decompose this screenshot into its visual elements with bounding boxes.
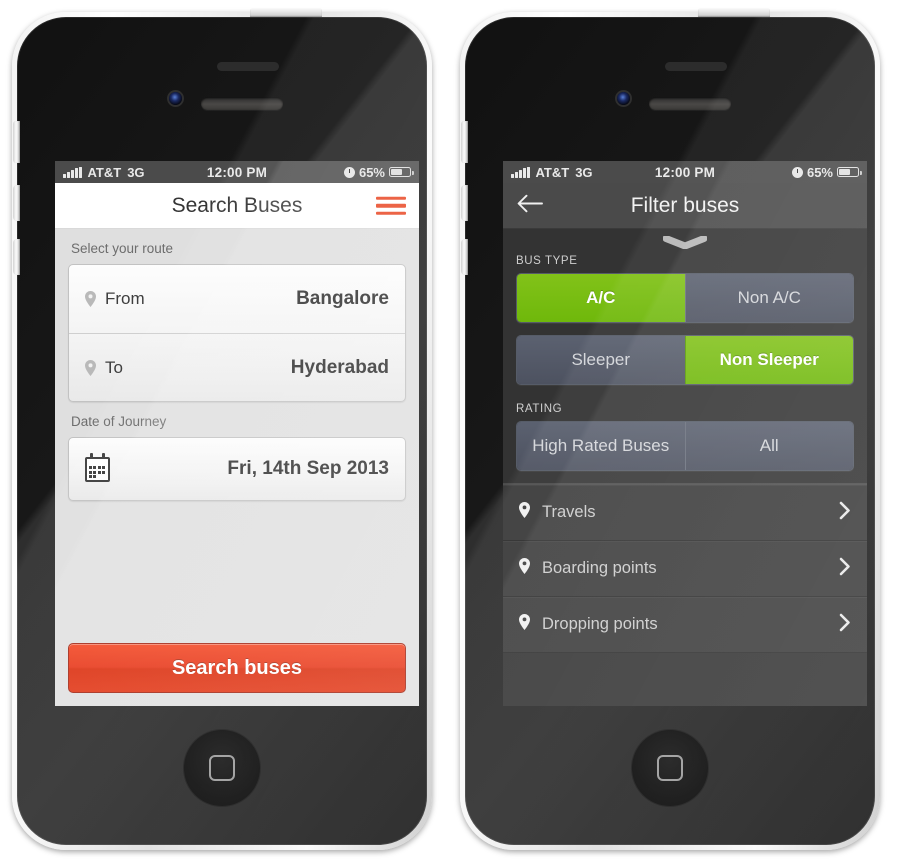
status-bar-right-group: 65% bbox=[791, 164, 862, 180]
volume-up-button-left[interactable] bbox=[13, 185, 20, 221]
proximity-sensor-right bbox=[665, 62, 727, 71]
chevron-down-handle-icon[interactable] bbox=[503, 229, 867, 249]
search-buses-button[interactable]: Search buses bbox=[68, 643, 406, 693]
battery-percent-label: 65% bbox=[358, 164, 385, 180]
home-button-square-icon bbox=[657, 755, 683, 781]
to-field-value: Hyderabad bbox=[290, 356, 389, 378]
date-card: Fri, 14th Sep 2013 bbox=[68, 437, 406, 501]
rating-segment: High Rated Buses All bbox=[516, 421, 854, 471]
status-bar-right-group: 65% bbox=[343, 164, 414, 180]
rating-group-label: RATING bbox=[516, 403, 563, 415]
front-camera-right bbox=[617, 92, 630, 105]
from-field-value: Bangalore bbox=[296, 288, 389, 309]
screen-search-buses: AT&T 3G 12:00 PM 65% Search Buses Select… bbox=[55, 161, 419, 706]
hamburger-menu-icon[interactable] bbox=[376, 196, 406, 215]
from-field-row[interactable]: From Bangalore bbox=[69, 265, 405, 333]
mute-switch-right[interactable] bbox=[461, 121, 468, 163]
proximity-sensor-left bbox=[217, 62, 279, 71]
filter-body: BUS TYPE A/C Non A/C Sleeper Non Sleeper… bbox=[503, 229, 867, 706]
volume-up-button-right[interactable] bbox=[461, 185, 468, 221]
list-item-travels[interactable]: Travels bbox=[503, 485, 867, 541]
calendar-icon bbox=[85, 452, 110, 482]
back-arrow-icon[interactable] bbox=[517, 194, 543, 217]
phone-device-right: AT&T 3G 12:00 PM 65% Filter buses BUS TY… bbox=[460, 8, 880, 850]
list-item-dropping-points[interactable]: Dropping points bbox=[503, 597, 867, 653]
volume-down-button-left[interactable] bbox=[13, 239, 20, 275]
battery-icon bbox=[389, 166, 414, 178]
phone-device-left: AT&T 3G 12:00 PM 65% Search Buses Select… bbox=[12, 8, 432, 850]
list-item-boarding-points[interactable]: Boarding points bbox=[503, 541, 867, 597]
location-pin-icon bbox=[519, 558, 530, 579]
phone-body-right: AT&T 3G 12:00 PM 65% Filter buses BUS TY… bbox=[461, 17, 875, 845]
volume-down-button-right[interactable] bbox=[461, 239, 468, 275]
alarm-clock-icon bbox=[791, 166, 803, 178]
list-item-label: Boarding points bbox=[542, 559, 657, 577]
search-form-body: Select your route From Bangalore To Hyde… bbox=[55, 229, 419, 706]
power-button-left[interactable] bbox=[250, 8, 322, 17]
route-card: From Bangalore To Hyderabad bbox=[68, 264, 406, 402]
location-pin-icon bbox=[85, 291, 96, 307]
date-field-value: Fri, 14th Sep 2013 bbox=[227, 458, 389, 479]
location-pin-icon bbox=[519, 614, 530, 635]
bus-type-ac-segment: A/C Non A/C bbox=[516, 273, 854, 323]
page-title: Search Buses bbox=[171, 193, 303, 217]
battery-icon bbox=[837, 166, 862, 178]
bus-type-group-label: BUS TYPE bbox=[516, 255, 578, 267]
page-title: Filter buses bbox=[630, 193, 740, 217]
chevron-right-icon bbox=[839, 557, 851, 581]
filter-detail-list: Travels Boarding points Dropping points bbox=[503, 484, 867, 653]
bus-type-sleeper-segment: Sleeper Non Sleeper bbox=[516, 335, 854, 385]
front-camera-left bbox=[169, 92, 182, 105]
segment-option-all[interactable]: All bbox=[684, 422, 853, 470]
power-button-right[interactable] bbox=[698, 8, 770, 17]
alarm-clock-icon bbox=[343, 166, 355, 178]
navbar-filter-buses: Filter buses bbox=[503, 183, 867, 229]
home-button-left[interactable] bbox=[183, 729, 261, 807]
segment-option-high-rated-buses[interactable]: High Rated Buses bbox=[517, 422, 685, 470]
home-button-square-icon bbox=[209, 755, 235, 781]
date-field-row[interactable]: Fri, 14th Sep 2013 bbox=[69, 438, 405, 500]
navbar-search-buses: Search Buses bbox=[55, 183, 419, 229]
location-pin-icon bbox=[85, 359, 96, 376]
status-bar-right: AT&T 3G 12:00 PM 65% bbox=[503, 161, 867, 183]
screen-filter-buses: AT&T 3G 12:00 PM 65% Filter buses BUS TY… bbox=[503, 161, 867, 706]
status-bar-left: AT&T 3G 12:00 PM 65% bbox=[55, 161, 419, 183]
screenshot-stage: AT&T 3G 12:00 PM 65% Search Buses Select… bbox=[0, 0, 900, 863]
to-field-label: To bbox=[105, 357, 123, 377]
home-button-right[interactable] bbox=[631, 729, 709, 807]
location-pin-icon bbox=[519, 502, 530, 523]
from-field-label: From bbox=[105, 289, 145, 308]
route-section-label: Select your route bbox=[71, 241, 174, 256]
list-item-label: Dropping points bbox=[542, 615, 658, 633]
segment-option-sleeper[interactable]: Sleeper bbox=[517, 336, 685, 384]
chevron-right-icon bbox=[839, 501, 851, 525]
earpiece-speaker-left bbox=[201, 97, 283, 110]
segment-option-non-ac[interactable]: Non A/C bbox=[684, 274, 853, 322]
segment-option-non-sleeper[interactable]: Non Sleeper bbox=[684, 336, 853, 384]
phone-body-left: AT&T 3G 12:00 PM 65% Search Buses Select… bbox=[13, 17, 427, 845]
to-field-row[interactable]: To Hyderabad bbox=[69, 333, 405, 401]
chevron-right-icon bbox=[839, 613, 851, 637]
mute-switch-left[interactable] bbox=[13, 121, 20, 163]
battery-percent-label: 65% bbox=[806, 164, 833, 180]
earpiece-speaker-right bbox=[649, 97, 731, 110]
date-section-label: Date of Journey bbox=[71, 414, 167, 429]
list-item-label: Travels bbox=[542, 503, 596, 521]
segment-option-ac[interactable]: A/C bbox=[517, 274, 685, 322]
